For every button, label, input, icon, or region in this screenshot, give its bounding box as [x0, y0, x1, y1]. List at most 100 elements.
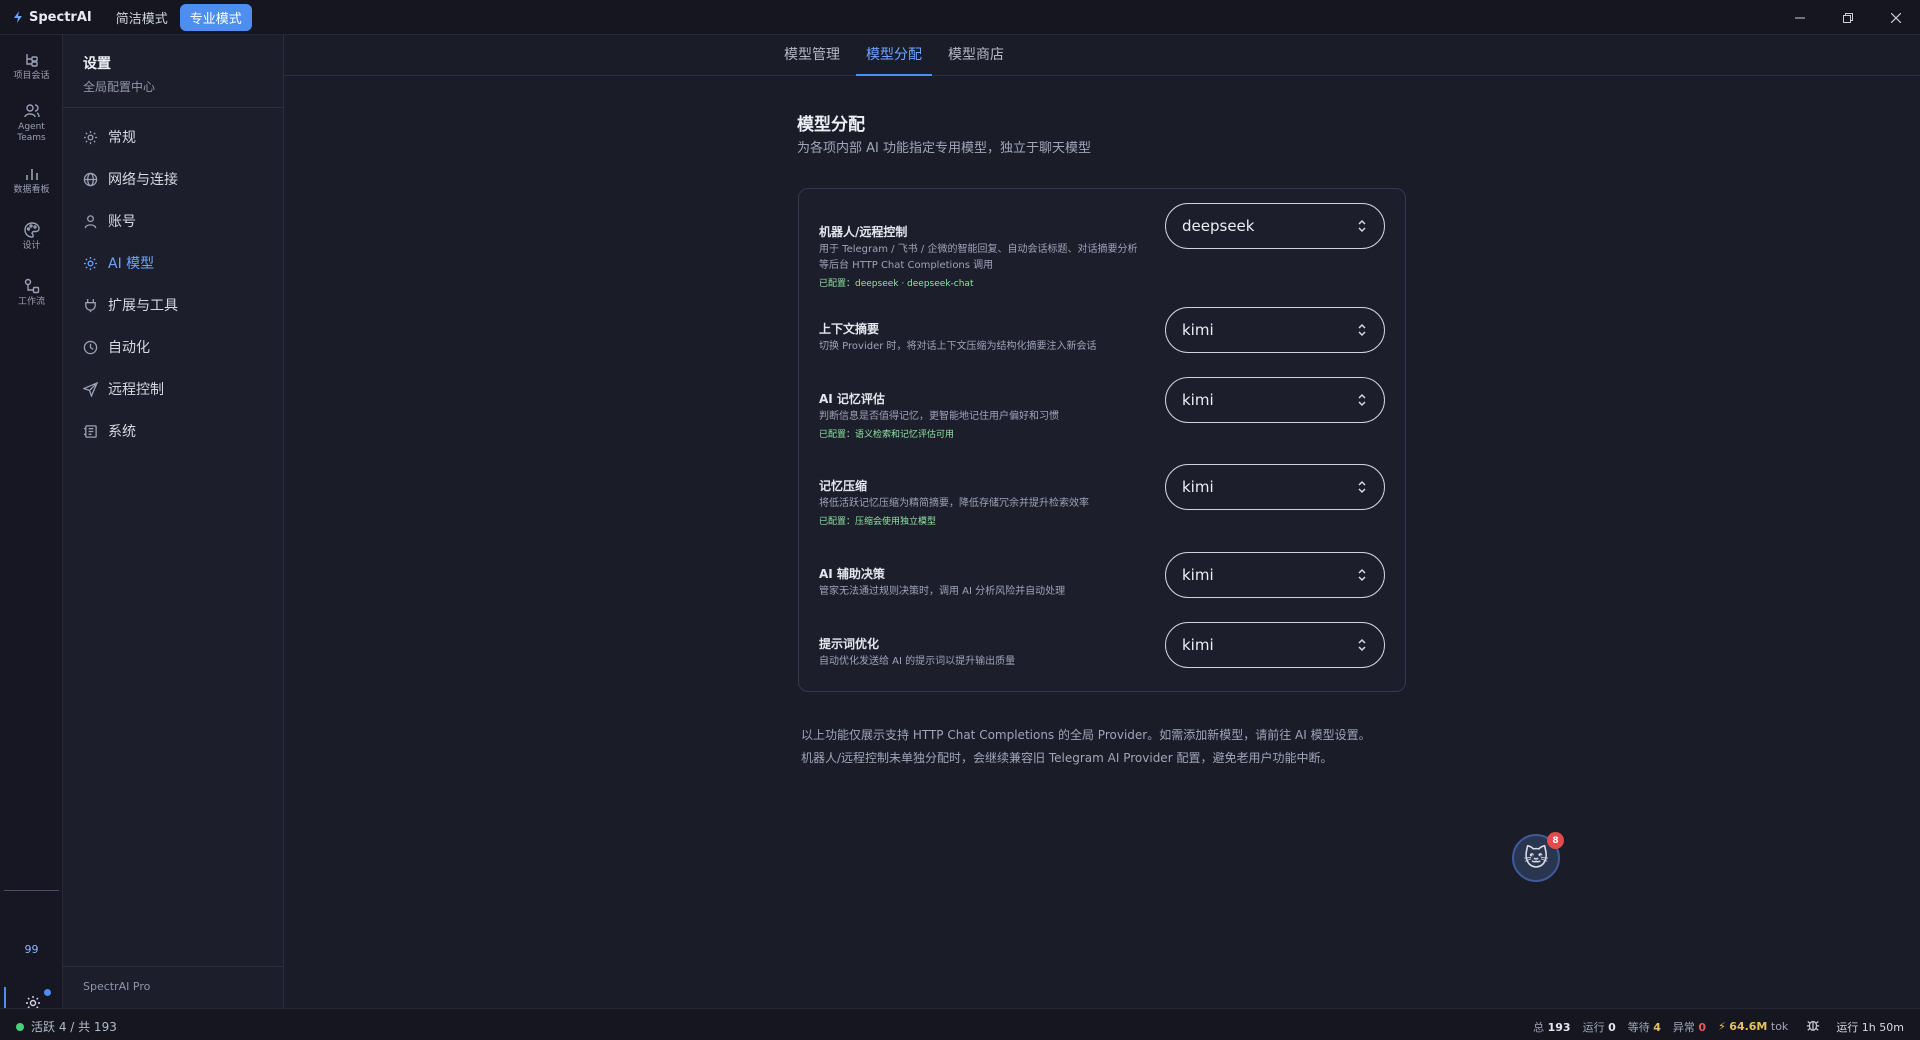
- model-select[interactable]: kimi: [1165, 307, 1385, 353]
- stat-value: 4: [1653, 1020, 1661, 1034]
- model-select[interactable]: kimi: [1165, 622, 1385, 668]
- sidebar-item-label: 远程控制: [108, 382, 164, 398]
- assistant-button[interactable]: 🐱 8: [1512, 832, 1564, 882]
- stat-label: 运行: [1582, 1020, 1605, 1034]
- assignment-status: 已配置：语义检索和记忆评估可用: [819, 430, 955, 440]
- sidebar-item-network[interactable]: 网络与连接: [83, 169, 178, 189]
- assignment-desc: 管家无法通过规则决策时，调用 AI 分析风险并自动处理: [819, 586, 1066, 597]
- assignment-card: 机器人/远程控制 用于 Telegram / 飞书 / 企微的智能回复、自动会话…: [798, 188, 1406, 692]
- minimize-icon: [1795, 17, 1805, 18]
- stat-total: 总 193: [1533, 1019, 1570, 1035]
- sidebar-item-general[interactable]: 常规: [83, 127, 136, 147]
- rail-item-design[interactable]: 设计: [0, 222, 63, 252]
- close-button[interactable]: [1872, 0, 1920, 35]
- uptime: 运行 1h 50m: [1836, 1020, 1904, 1034]
- stat-unit: tok: [1770, 1020, 1789, 1033]
- chevron-up-down-icon: [1358, 568, 1366, 582]
- model-select-value: kimi: [1182, 321, 1214, 339]
- app-brand: SpectrAI: [12, 10, 92, 25]
- rail-item-label: 数据看板: [13, 185, 50, 195]
- rail-item-agent-teams[interactable]: Agent Teams: [0, 103, 63, 144]
- stat-tokens: ⚡ 64.6M tok: [1718, 1020, 1788, 1033]
- sidebar-item-ai-model[interactable]: AI 模型: [83, 253, 154, 273]
- model-select[interactable]: deepseek: [1165, 203, 1385, 249]
- model-select-value: deepseek: [1182, 217, 1255, 235]
- assignment-row-context: 上下文摘要 切换 Provider 时，将对话上下文压缩为结构化摘要注入新会话 …: [819, 307, 1385, 367]
- status-stats: 总 193 运行 0 等待 4 异常 0 ⚡ 64.6M tok 运行 1h 5…: [1521, 1018, 1904, 1035]
- rail-item-workflow[interactable]: 工作流: [0, 278, 63, 308]
- sidebar-item-label: AI 模型: [108, 256, 155, 272]
- page-title: 模型分配: [797, 115, 865, 135]
- assignment-row-prompt: 提示词优化 自动优化发送给 AI 的提示词以提升输出质量 kimi: [819, 622, 1385, 682]
- notification-dot: [44, 989, 51, 996]
- tab-bar: 模型管理 模型分配 模型商店: [284, 35, 1920, 76]
- stat-value: 193: [1547, 1020, 1571, 1034]
- pro-mode-button[interactable]: 专业模式: [179, 3, 252, 31]
- model-select-value: kimi: [1182, 478, 1214, 496]
- model-select-value: kimi: [1182, 391, 1214, 409]
- status-dot: [16, 1022, 24, 1031]
- assignment-desc: 将低活跃记忆压缩为精简摘要，降低存储冗余并提升检索效率: [819, 498, 1089, 509]
- stat-error: 异常 0: [1673, 1019, 1706, 1035]
- sidebar-item-label: 常规: [108, 130, 136, 146]
- simple-mode-button[interactable]: 简洁模式: [106, 4, 178, 31]
- sidebar-item-account[interactable]: 账号: [83, 211, 136, 231]
- rail-item-label: 工作流: [17, 297, 45, 307]
- assignment-row-memory-compress: 记忆压缩 将低活跃记忆压缩为精简摘要，降低存储冗余并提升检索效率 已配置：压缩会…: [819, 464, 1385, 539]
- sidebar-item-extensions[interactable]: 扩展与工具: [83, 295, 178, 315]
- info-note: 以上功能仅展示支持 HTTP Chat Completions 的全局 Prov…: [801, 728, 1371, 742]
- sidebar-header: 设置 全局配置中心: [63, 35, 283, 108]
- sidebar-item-label: 自动化: [108, 340, 150, 356]
- rail-item-sessions[interactable]: 项目会话: [0, 52, 63, 82]
- bug-icon[interactable]: [1806, 1018, 1820, 1035]
- stat-label: 等待: [1627, 1020, 1650, 1034]
- rail-divider: [4, 890, 59, 891]
- title-bar: SpectrAI 简洁模式 专业模式: [0, 0, 1920, 35]
- assignment-status: 已配置：deepseek · deepseek-chat: [819, 279, 974, 289]
- minimize-button[interactable]: [1776, 0, 1824, 35]
- active-count: 活跃 4 / 共 193: [31, 1020, 117, 1034]
- sidebar-item-remote[interactable]: 远程控制: [83, 379, 164, 399]
- assignment-desc: 切换 Provider 时，将对话上下文压缩为结构化摘要注入新会话: [819, 341, 1097, 352]
- model-select-value: kimi: [1182, 566, 1214, 584]
- tab-model-assignment[interactable]: 模型分配: [856, 35, 932, 76]
- restore-icon: [1843, 12, 1853, 23]
- sidebar-item-label: 扩展与工具: [108, 298, 178, 314]
- active-sessions: 活跃 4 / 共 193: [16, 1018, 117, 1035]
- model-select[interactable]: kimi: [1165, 552, 1385, 598]
- chevron-up-down-icon: [1358, 393, 1366, 407]
- gear-icon: [83, 130, 98, 144]
- sidebar-item-automation[interactable]: 自动化: [83, 337, 150, 357]
- rail-item-label: Agent Teams: [17, 122, 46, 143]
- project-tree-icon: [25, 54, 38, 67]
- info-note: 机器人/远程控制未单独分配时，会继续兼容旧 Telegram AI Provid…: [801, 751, 1333, 765]
- settings-sidebar: 设置 全局配置中心 常规 网络与连接 账号 AI 模型 扩展与工具 自动化 远程…: [63, 35, 284, 1008]
- model-select-value: kimi: [1182, 636, 1214, 654]
- restore-button[interactable]: [1824, 0, 1872, 35]
- sidebar-item-label: 网络与连接: [108, 172, 178, 188]
- model-select[interactable]: kimi: [1165, 464, 1385, 510]
- tab-model-store[interactable]: 模型商店: [939, 35, 1013, 76]
- sidebar-title: 设置: [83, 56, 111, 72]
- assignment-desc: 自动优化发送给 AI 的提示词以提升输出质量: [819, 656, 1016, 667]
- window-controls: [1776, 0, 1920, 35]
- bar-chart-icon: [25, 169, 38, 180]
- page-subtitle: 为各项内部 AI 功能指定专用模型，独立于聊天模型: [797, 141, 1091, 156]
- tab-model-management[interactable]: 模型管理: [775, 35, 849, 76]
- globe-icon: [83, 172, 98, 186]
- sidebar-subtitle: 全局配置中心: [83, 80, 156, 94]
- stat-value: 64.6M: [1729, 1020, 1768, 1033]
- app-name: SpectrAI: [29, 9, 92, 25]
- clock-icon: [83, 340, 98, 354]
- rail-item-dashboard[interactable]: 数据看板: [0, 166, 63, 196]
- model-select[interactable]: kimi: [1165, 377, 1385, 423]
- sidebar-item-label: 系统: [108, 424, 136, 440]
- team-icon: [23, 104, 40, 118]
- user-icon: [84, 214, 97, 228]
- sidebar-item-system[interactable]: 系统: [83, 421, 136, 441]
- rail-item-label: 设计: [22, 241, 41, 251]
- palette-icon: [23, 222, 40, 238]
- stat-label: 异常: [1672, 1020, 1695, 1034]
- plug-icon: [85, 298, 96, 312]
- cat-face-icon: 🐱: [1523, 844, 1549, 872]
